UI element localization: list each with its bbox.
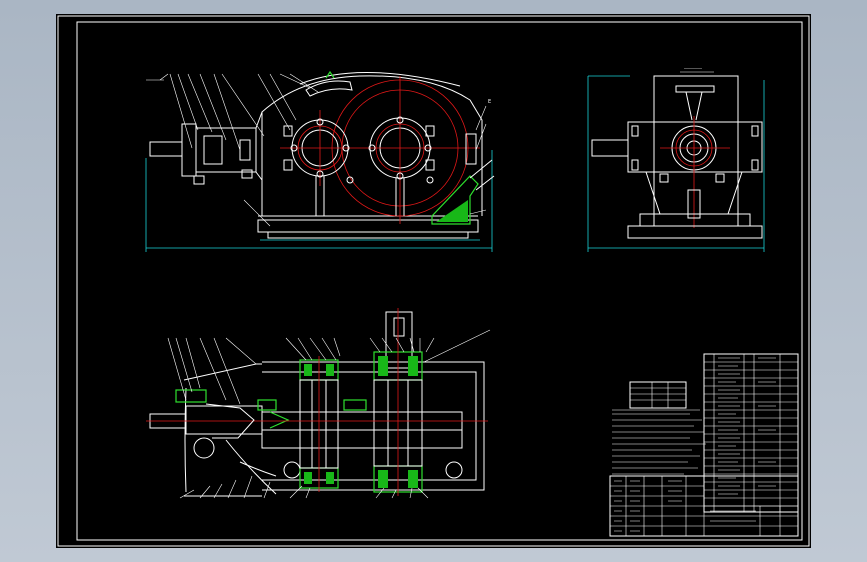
drawing-canvas: E ―――― <box>57 15 810 547</box>
svg-text:――――: ―――― <box>684 67 703 72</box>
cad-viewport[interactable]: E ―――― <box>0 0 867 562</box>
drawing-sheet: E ―――― <box>56 14 811 548</box>
front-view: E <box>145 70 495 252</box>
technical-data-table <box>629 381 687 409</box>
parts-list <box>703 353 799 513</box>
title-block <box>609 475 799 537</box>
outer-border <box>57 15 810 547</box>
inner-border <box>76 21 803 541</box>
side-view: ―――― <box>587 67 765 252</box>
section-view <box>146 308 491 499</box>
notes-block <box>612 409 706 475</box>
side-view-mark: E <box>488 99 491 105</box>
